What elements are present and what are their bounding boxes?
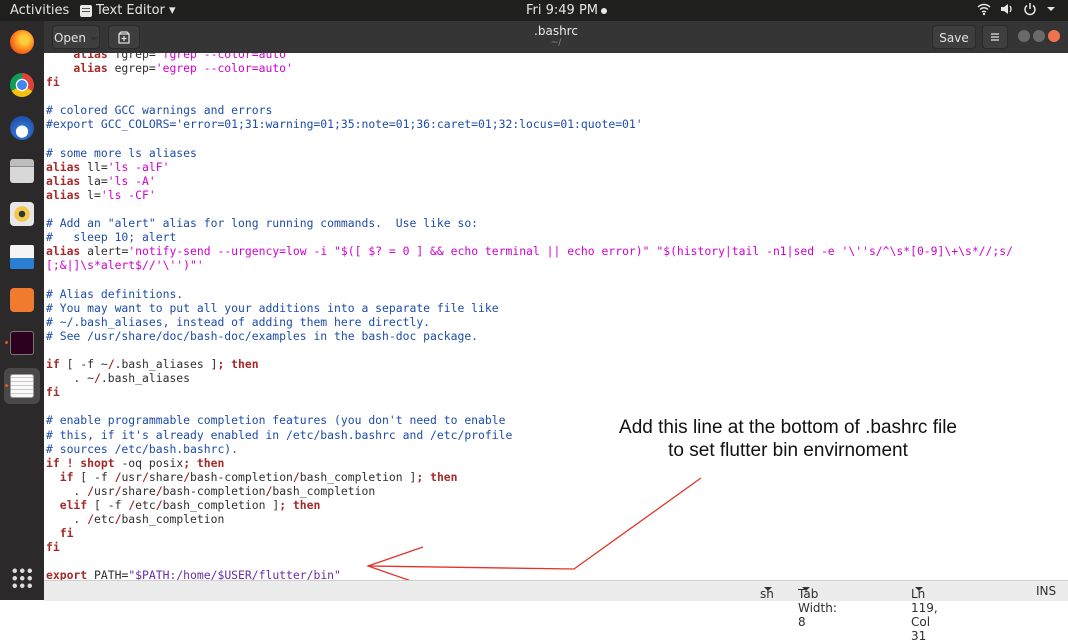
app-menu-label: Text Editor ▾ — [96, 3, 176, 18]
volume-icon — [1001, 4, 1012, 14]
menu-button[interactable] — [982, 25, 1008, 49]
terminal-icon — [10, 331, 34, 355]
network-icon — [977, 3, 991, 16]
clock-label: Fri 9:49 PM — [526, 3, 599, 18]
annotation-arrow — [366, 477, 702, 580]
running-indicator — [5, 384, 8, 387]
rhythmbox-launcher[interactable] — [4, 196, 40, 232]
rhythmbox-icon — [10, 202, 34, 226]
status-bar: sh Tab Width: 8 Ln 119, Col 31 INS — [44, 580, 1068, 643]
text-editor-launcher[interactable] — [4, 368, 40, 404]
chevron-down-icon — [1047, 7, 1055, 11]
top-panel: Activities Text Editor ▾ Fri 9:49 PM — [0, 0, 1068, 21]
annotation-note: Add this line at the bottom of .bashrc f… — [560, 416, 1016, 462]
cursor-position-label: Ln 119, Col 31 — [911, 587, 938, 643]
annotation-line-1: Add this line at the bottom of .bashrc f… — [619, 417, 957, 438]
chrome-icon — [10, 73, 34, 97]
libreoffice-writer-icon — [10, 245, 34, 269]
thunderbird-launcher[interactable] — [4, 110, 40, 146]
tab-width-label: Tab Width: 8 — [798, 587, 837, 629]
hamburger-icon — [991, 33, 999, 41]
firefox-launcher[interactable] — [4, 24, 40, 60]
text-editor-icon — [80, 4, 92, 17]
window-subtitle: ~/ — [550, 38, 562, 48]
power-icon — [1024, 3, 1036, 16]
save-button[interactable]: Save — [932, 25, 976, 49]
app-menu-button[interactable]: Text Editor ▾ — [80, 3, 176, 18]
dock — [0, 21, 44, 600]
running-indicator — [5, 341, 8, 344]
chevron-down-icon — [764, 587, 772, 591]
show-applications-icon[interactable] — [11, 567, 33, 589]
software-center-icon — [10, 288, 34, 312]
notification-dot-icon — [601, 7, 608, 14]
clock[interactable]: Fri 9:49 PM — [526, 3, 608, 18]
chrome-launcher[interactable] — [4, 67, 40, 103]
text-editor-icon — [10, 374, 34, 398]
system-tray[interactable] — [977, 2, 1056, 16]
minimize-button[interactable] — [1018, 30, 1030, 42]
thunderbird-icon — [10, 116, 34, 140]
window-title: .bashrc — [534, 24, 578, 38]
insert-mode-indicator: INS — [1036, 584, 1057, 598]
writer-launcher[interactable] — [4, 239, 40, 275]
software-launcher[interactable] — [4, 282, 40, 318]
firefox-icon — [10, 30, 34, 54]
files-launcher[interactable] — [4, 153, 40, 189]
chevron-down-icon — [915, 587, 923, 591]
files-icon — [10, 159, 34, 183]
activities-button[interactable]: Activities — [10, 3, 69, 18]
header-bar: Open .bashrc ~/ Save — [44, 21, 1068, 54]
terminal-launcher[interactable] — [4, 325, 40, 361]
chevron-down-icon — [802, 587, 810, 591]
maximize-button[interactable] — [1033, 30, 1045, 42]
close-button[interactable] — [1048, 30, 1060, 42]
annotation-arrow-line — [367, 477, 702, 570]
annotation-arrow-head — [366, 546, 424, 580]
annotation-line-2: to set flutter bin envirnoment — [668, 440, 908, 461]
